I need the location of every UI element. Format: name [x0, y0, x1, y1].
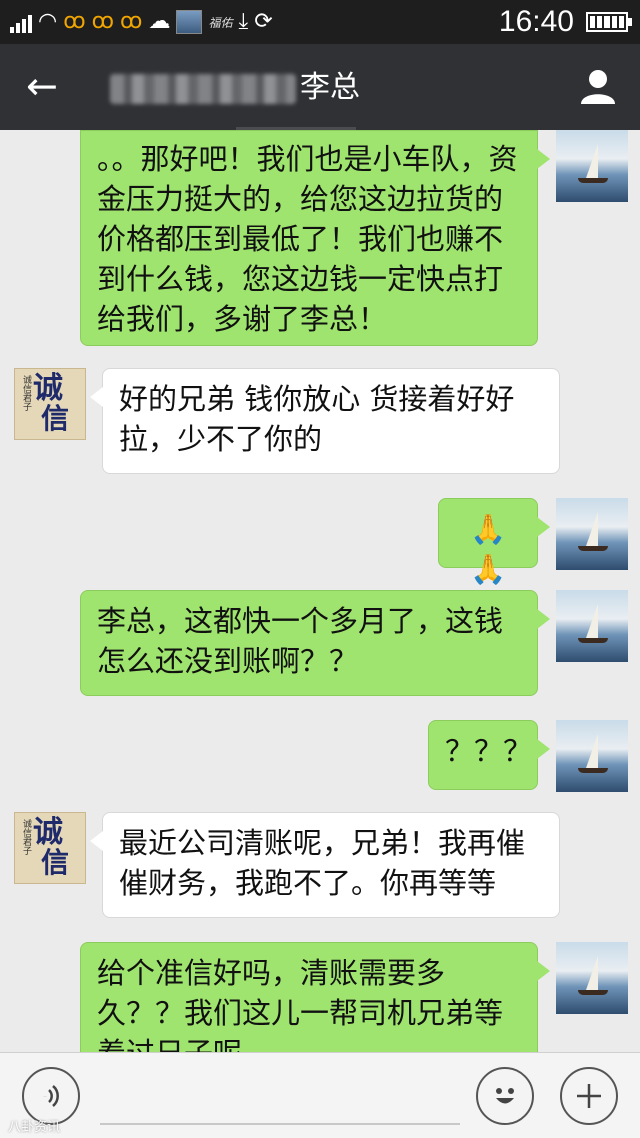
- message-input[interactable]: [100, 1123, 460, 1125]
- signal-icon: [10, 11, 32, 33]
- download-icon: ⤓: [238, 9, 249, 34]
- message-bubble-sent[interactable]: 。。那好吧！我们也是小车队，资金压力挺大的，给您这边拉货的价格都压到最低了！我们…: [80, 130, 550, 346]
- arrow-left-icon[interactable]: ←: [26, 64, 58, 108]
- squirrel-icon: ꝏ: [91, 9, 115, 34]
- blurred-contact-name: [110, 74, 296, 104]
- my-avatar[interactable]: [556, 130, 628, 202]
- chat-header: ← 李总: [0, 44, 640, 130]
- my-avatar[interactable]: [556, 590, 628, 662]
- message-bubble-sent[interactable]: ？？？: [428, 720, 550, 790]
- contact-avatar[interactable]: 诚信君子 诚 信: [14, 812, 86, 884]
- my-avatar[interactable]: [556, 720, 628, 792]
- carrier-text: 福佑: [208, 15, 233, 30]
- status-bar: ◠ ꝏ ꝏ ꝏ ☁ 福佑 ⤓ ⟳ 16:40: [0, 0, 640, 44]
- message-bubble-sent[interactable]: 🙏🙏: [438, 498, 550, 586]
- message-bubble-sent[interactable]: 李总，这都快一个多月了，这钱怎么还没到账啊？？: [80, 590, 550, 696]
- avatar-small-text: 诚信君子: [21, 819, 31, 855]
- status-icons-left: ◠ ꝏ ꝏ ꝏ ☁ 福佑 ⤓ ⟳: [10, 8, 273, 36]
- avatar-char-2: 信: [41, 846, 70, 879]
- input-bar: [0, 1052, 640, 1138]
- message-bubble-sent[interactable]: 给个准信好吗，清账需要多久？？我们这儿一帮司机兄弟等着过日子呢: [80, 942, 550, 1052]
- status-icons-right: 16:40: [498, 5, 632, 38]
- squirrel-icon: ꝏ: [63, 9, 86, 34]
- wifi-icon: ◠: [38, 9, 58, 34]
- avatar-char-2: 信: [41, 402, 70, 435]
- plus-icon[interactable]: [560, 1067, 618, 1125]
- message-list[interactable]: 。。那好吧！我们也是小车队，资金压力挺大的，给您这边拉货的价格都压到最低了！我们…: [0, 130, 640, 1052]
- watermark: 八卦资讯: [8, 1120, 61, 1135]
- avatar-char-1: 诚: [33, 815, 63, 850]
- my-avatar[interactable]: [556, 498, 628, 570]
- my-avatar[interactable]: [556, 942, 628, 1014]
- message-bubble-received[interactable]: 最近公司清账呢，兄弟！我再催催财务，我跑不了。你再等等: [90, 812, 560, 918]
- contact-avatar[interactable]: 诚信君子 诚 信: [14, 368, 86, 440]
- person-icon[interactable]: [578, 66, 618, 106]
- battery-icon: [586, 12, 632, 32]
- app-thumbnail-icon: [176, 10, 203, 34]
- squirrel-icon: ꝏ: [120, 9, 143, 34]
- sync-icon: ⟳: [254, 9, 273, 34]
- clock: 16:40: [498, 5, 574, 38]
- smiley-icon[interactable]: [476, 1067, 534, 1125]
- cloud-icon: ☁: [148, 9, 171, 34]
- avatar-char-1: 诚: [33, 371, 63, 406]
- message-bubble-received[interactable]: 好的兄弟 钱你放心 货接着好好拉，少不了你的: [90, 368, 560, 474]
- chat-title: 李总: [300, 70, 360, 105]
- avatar-small-text: 诚信君子: [21, 375, 31, 411]
